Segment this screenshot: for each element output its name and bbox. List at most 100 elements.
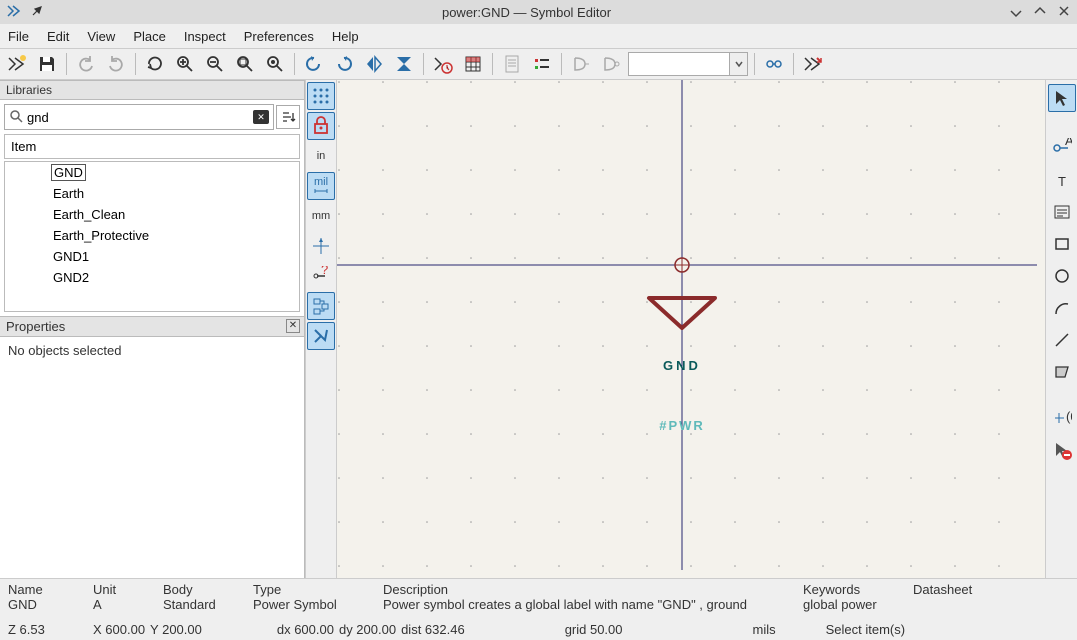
menu-view[interactable]: View (87, 29, 115, 44)
close-button[interactable] (1057, 4, 1071, 21)
insert-to-schematic-button[interactable] (800, 51, 826, 77)
menu-preferences[interactable]: Preferences (244, 29, 314, 44)
canvas[interactable]: GND #PWR (337, 80, 1045, 578)
rotate-cw-button[interactable] (331, 51, 357, 77)
zoom-fit-button[interactable] (232, 51, 258, 77)
main-toolbar (0, 48, 1077, 80)
title-bar: power:GND — Symbol Editor (0, 0, 1077, 24)
status-dy: dy 200.00 (339, 622, 396, 637)
preferences-button[interactable] (307, 322, 335, 350)
units-mm-button[interactable]: mm (307, 202, 335, 230)
show-pin-electrical-button[interactable]: ? (307, 262, 335, 290)
status-name-value: GND (8, 597, 73, 612)
units-in-button[interactable]: in (307, 142, 335, 170)
tree-item[interactable]: Earth (5, 183, 299, 204)
tree-item-label: GND (51, 164, 86, 181)
status-desc-value: Power symbol creates a global label with… (383, 597, 783, 612)
status-bar-coords: Z 6.53 X 600.00 Y 200.00 dx 600.00 dy 20… (0, 618, 1077, 640)
add-polygon-button[interactable] (1048, 358, 1076, 386)
zoom-in-button[interactable] (172, 51, 198, 77)
redo-button[interactable] (103, 51, 129, 77)
tree-item-label: Earth_Protective (53, 228, 149, 243)
symbol-name-label: GND (663, 358, 701, 373)
demorgan-alt-button[interactable] (598, 51, 624, 77)
add-circle-button[interactable] (1048, 262, 1076, 290)
tree-header-item[interactable]: Item (4, 134, 300, 159)
status-y: Y 200.00 (150, 622, 202, 637)
properties-body: No objects selected (0, 337, 304, 578)
add-textbox-button[interactable] (1048, 198, 1076, 226)
tree-item[interactable]: Earth_Protective (5, 225, 299, 246)
zoom-out-button[interactable] (202, 51, 228, 77)
tree-item-label: GND2 (53, 270, 89, 285)
status-grid: grid 50.00 (565, 622, 623, 637)
status-units: mils (753, 622, 776, 637)
new-symbol-button[interactable] (4, 51, 30, 77)
svg-text:T: T (1058, 174, 1066, 189)
tree-item[interactable]: Earth_Clean (5, 204, 299, 225)
search-input[interactable] (27, 110, 253, 125)
minimize-button[interactable] (1009, 4, 1023, 21)
add-pin-button[interactable]: A (1048, 134, 1076, 162)
menu-place[interactable]: Place (133, 29, 166, 44)
show-hierarchy-button[interactable] (307, 292, 335, 320)
status-desc-label: Description (383, 582, 783, 597)
add-text-button[interactable]: T (1048, 166, 1076, 194)
app-icon (6, 3, 22, 22)
tree-item-label: Earth_Clean (53, 207, 125, 222)
rotate-ccw-button[interactable] (301, 51, 327, 77)
library-tree[interactable]: GND Earth Earth_Clean Earth_Protective G… (4, 161, 300, 312)
symbol-properties-button[interactable] (430, 51, 456, 77)
menu-help[interactable]: Help (332, 29, 359, 44)
refresh-button[interactable] (142, 51, 168, 77)
add-line-button[interactable] (1048, 326, 1076, 354)
sort-button[interactable] (276, 105, 300, 129)
select-tool-button[interactable] (1048, 84, 1076, 112)
units-mil-button[interactable]: mil (307, 172, 335, 200)
svg-text:?: ? (321, 266, 328, 277)
grid-toggle-button[interactable] (307, 82, 335, 110)
status-dist: dist 632.46 (401, 622, 465, 637)
menu-inspect[interactable]: Inspect (184, 29, 226, 44)
save-button[interactable] (34, 51, 60, 77)
tree-item[interactable]: GND1 (5, 246, 299, 267)
status-type-value: Power Symbol (253, 597, 363, 612)
close-panel-button[interactable]: ✕ (286, 319, 300, 333)
sync-pins-button[interactable] (761, 51, 787, 77)
libraries-panel-title: Libraries (0, 80, 304, 100)
datasheet-button[interactable] (499, 51, 525, 77)
add-rect-button[interactable] (1048, 230, 1076, 258)
svg-text:(0,0): (0,0) (1066, 409, 1072, 424)
erc-button[interactable] (529, 51, 555, 77)
maximize-button[interactable] (1033, 4, 1047, 21)
zoom-selection-button[interactable] (262, 51, 288, 77)
mirror-v-button[interactable] (391, 51, 417, 77)
mirror-h-button[interactable] (361, 51, 387, 77)
status-x: X 600.00 (93, 622, 145, 637)
add-arc-button[interactable] (1048, 294, 1076, 322)
status-keywords-label: Keywords (803, 582, 893, 597)
anchor-button[interactable]: (0,0) (1048, 404, 1076, 432)
grid-override-button[interactable] (307, 112, 335, 140)
status-type-label: Type (253, 582, 363, 597)
status-unit-value: A (93, 597, 143, 612)
tree-item[interactable]: GND2 (5, 267, 299, 288)
cursor-full-button[interactable] (307, 232, 335, 260)
status-bar-properties: NameGND UnitA BodyStandard TypePower Sym… (0, 578, 1077, 618)
clear-search-button[interactable]: ✕ (253, 110, 269, 124)
status-keywords-value: global power (803, 597, 893, 612)
pin-icon[interactable] (30, 4, 44, 21)
menu-edit[interactable]: Edit (47, 29, 69, 44)
properties-panel-title: Properties✕ (0, 316, 304, 337)
demorgan-button[interactable] (568, 51, 594, 77)
status-mode: Select item(s) (826, 622, 905, 637)
pin-table-button[interactable] (460, 51, 486, 77)
status-zoom: Z 6.53 (8, 622, 73, 637)
menu-file[interactable]: File (8, 29, 29, 44)
undo-button[interactable] (73, 51, 99, 77)
tree-item[interactable]: GND (5, 162, 299, 183)
left-vertical-toolbar: in mil mm ? (305, 80, 337, 578)
delete-tool-button[interactable] (1048, 436, 1076, 464)
unit-select[interactable] (628, 52, 748, 76)
status-dx: dx 600.00 (277, 622, 334, 637)
